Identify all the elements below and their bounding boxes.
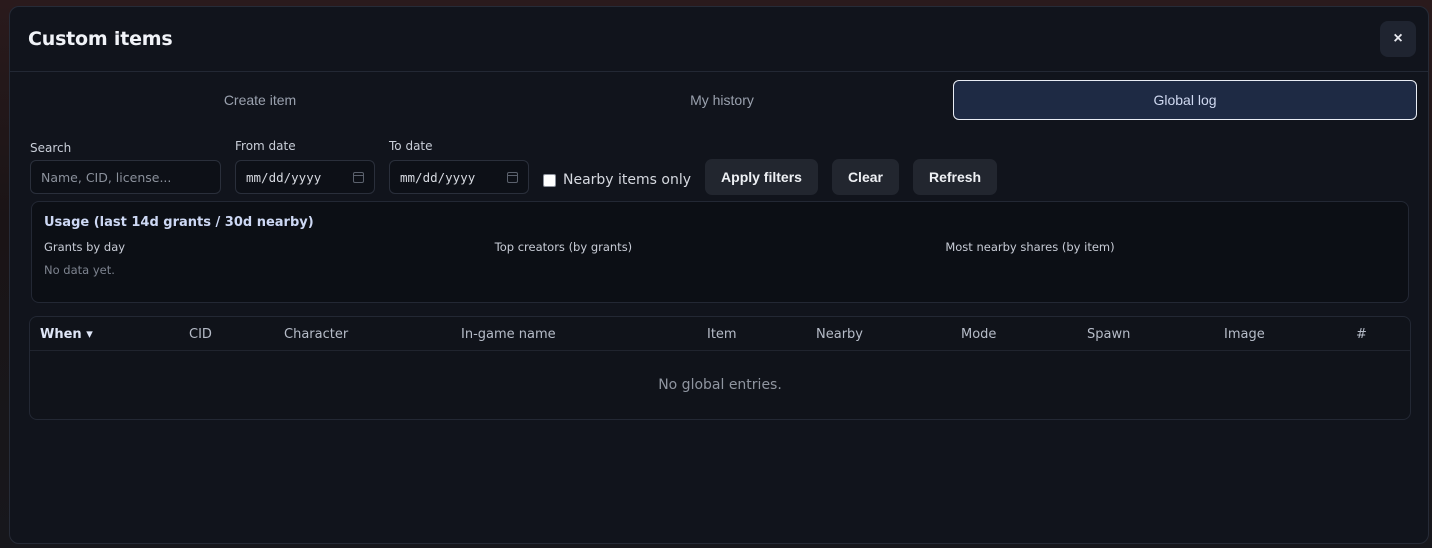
- tab-bar: Create item My history Global log: [10, 72, 1428, 120]
- to-date-group: To date mm/dd/yyyy: [389, 139, 529, 194]
- from-date-value: mm/dd/yyyy: [246, 169, 322, 185]
- column-when[interactable]: When ▾: [40, 327, 93, 342]
- close-button[interactable]: ×: [1380, 21, 1416, 57]
- table-header: When ▾ CID Character In-game name Item N…: [30, 317, 1410, 351]
- table-empty-state: No global entries.: [658, 377, 782, 393]
- column-character[interactable]: Character: [284, 327, 348, 342]
- column-image[interactable]: Image: [1224, 327, 1265, 342]
- column-nearby[interactable]: Nearby: [816, 327, 863, 342]
- column-spawn[interactable]: Spawn: [1087, 327, 1130, 342]
- top-creators-heading: Top creators (by grants): [494, 240, 633, 254]
- search-input[interactable]: Name, CID, license...: [30, 160, 221, 194]
- apply-filters-button[interactable]: Apply filters: [705, 159, 818, 195]
- calendar-icon[interactable]: [353, 171, 364, 183]
- column-count[interactable]: #: [1356, 327, 1367, 342]
- usage-columns: Grants by day No data yet. Top creators …: [44, 240, 1396, 277]
- usage-panel: Usage (last 14d grants / 30d nearby) Gra…: [31, 201, 1409, 303]
- to-date-value: mm/dd/yyyy: [400, 169, 476, 185]
- clear-button[interactable]: Clear: [831, 159, 899, 195]
- from-date-group: From date mm/dd/yyyy: [235, 139, 375, 194]
- nearby-only-toggle[interactable]: Nearby items only: [543, 163, 691, 197]
- modal-header: Custom items ×: [10, 7, 1428, 72]
- tab-global-log[interactable]: Global log: [953, 80, 1417, 120]
- custom-items-modal: Custom items × Create item My history Gl…: [9, 6, 1429, 544]
- column-cid[interactable]: CID: [189, 327, 212, 342]
- filter-bar: Search Name, CID, license... From date m…: [10, 120, 1428, 197]
- top-creators-section: Top creators (by grants): [495, 240, 946, 277]
- to-date-input[interactable]: mm/dd/yyyy: [389, 160, 529, 194]
- column-in-game-name[interactable]: In-game name: [461, 327, 556, 342]
- search-label: Search: [30, 141, 72, 155]
- most-nearby-section: Most nearby shares (by item): [945, 240, 1396, 277]
- calendar-icon[interactable]: [507, 171, 518, 183]
- to-date-label: To date: [389, 139, 433, 153]
- from-date-input[interactable]: mm/dd/yyyy: [235, 160, 375, 194]
- most-nearby-heading: Most nearby shares (by item): [945, 240, 1115, 254]
- tab-create-item[interactable]: Create item: [29, 80, 491, 120]
- tab-my-history[interactable]: My history: [491, 80, 953, 120]
- grants-empty-text: No data yet.: [44, 263, 115, 277]
- nearby-checkbox[interactable]: [543, 173, 556, 187]
- nearby-label: Nearby items only: [563, 172, 692, 188]
- grants-by-day-heading: Grants by day: [44, 240, 126, 254]
- search-group: Search Name, CID, license...: [30, 141, 221, 194]
- grants-by-day-section: Grants by day No data yet.: [44, 240, 495, 277]
- usage-title: Usage (last 14d grants / 30d nearby): [44, 215, 314, 230]
- global-log-table: When ▾ CID Character In-game name Item N…: [29, 316, 1411, 420]
- from-date-label: From date: [235, 139, 296, 153]
- refresh-button[interactable]: Refresh: [912, 159, 998, 195]
- close-icon: ×: [1393, 30, 1403, 47]
- column-item[interactable]: Item: [707, 327, 737, 342]
- column-mode[interactable]: Mode: [961, 327, 996, 342]
- modal-title: Custom items: [28, 28, 173, 50]
